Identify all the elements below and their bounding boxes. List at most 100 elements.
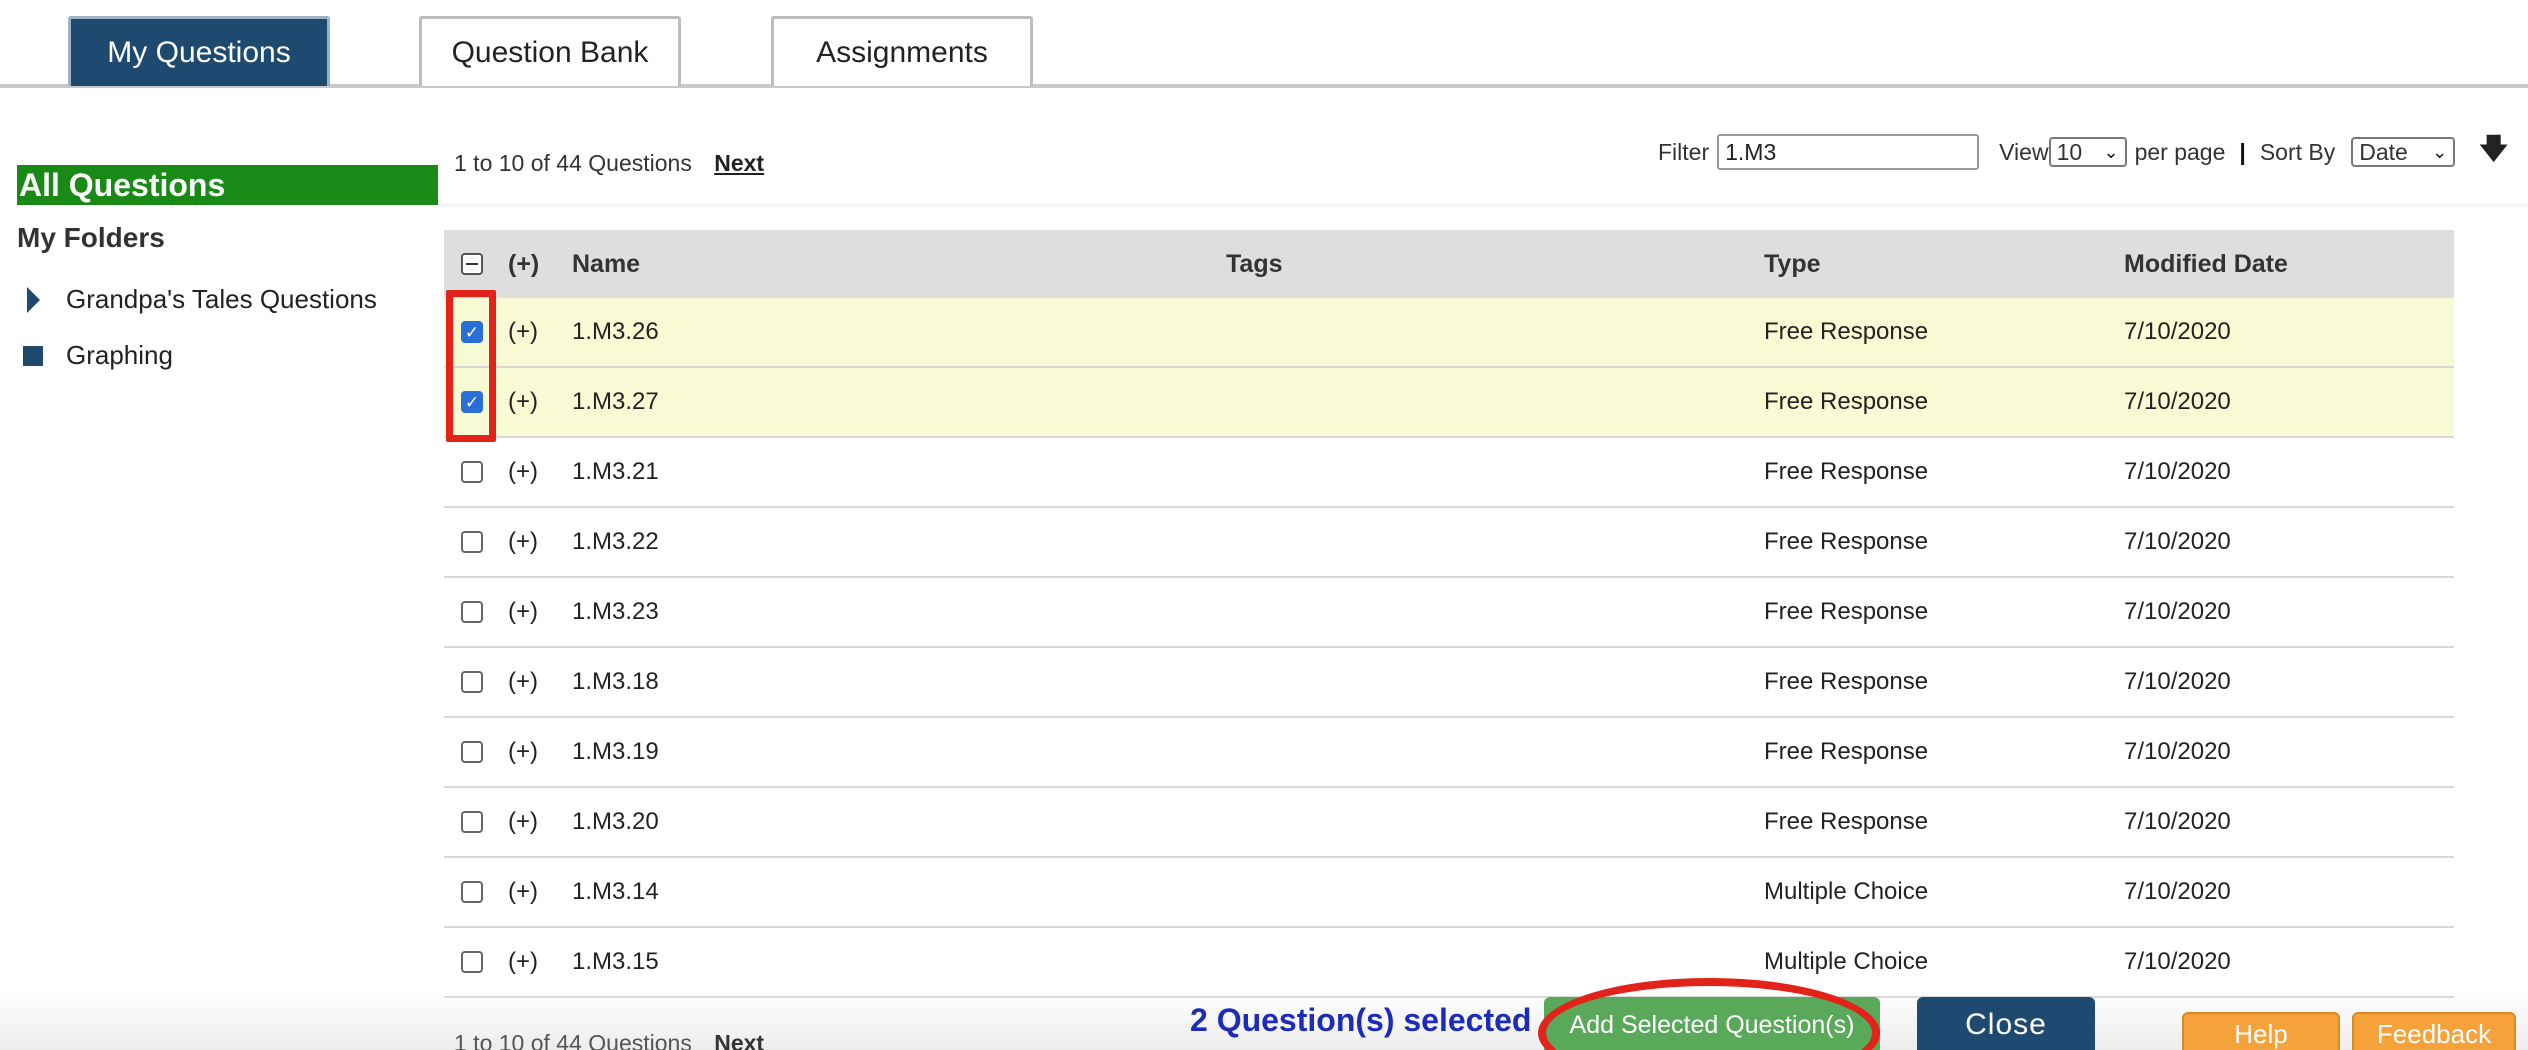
row-checkbox[interactable]: ✓ [461, 321, 483, 343]
tab-assignments[interactable]: Assignments [771, 16, 1033, 86]
row-date: 7/10/2020 [2124, 528, 2231, 555]
list-controls: Filter View 10 ⌄ per page | Sort By Date… [1658, 132, 2508, 172]
row-type: Free Response [1764, 458, 1929, 485]
filter-label: Filter [1658, 138, 1710, 165]
row-type: Multiple Choice [1764, 948, 1929, 975]
row-checkbox[interactable] [461, 531, 483, 553]
row-date: 7/10/2020 [2124, 878, 2231, 905]
next-link[interactable]: Next [714, 1030, 764, 1050]
row-expand[interactable]: (+) [500, 808, 570, 836]
row-expand[interactable]: (+) [500, 388, 570, 416]
folder-label: Grandpa's Tales Questions [66, 284, 377, 314]
row-date: 7/10/2020 [2124, 738, 2231, 765]
per-page-label: per page [2134, 138, 2226, 165]
row-name[interactable]: 1.M3.20 [570, 808, 1226, 836]
row-checkbox[interactable] [461, 671, 483, 693]
row-checkbox[interactable]: ✓ [461, 391, 483, 413]
table-row[interactable]: (+) 1.M3.20 Free Response 7/10/2020 [444, 788, 2454, 858]
help-button[interactable]: Help [2182, 1012, 2340, 1050]
pager-range: 1 to 10 of 44 Questions [454, 150, 692, 176]
table-row[interactable]: (+) 1.M3.14 Multiple Choice 7/10/2020 [444, 858, 2454, 928]
close-button[interactable]: Close [1917, 997, 2095, 1050]
filter-input[interactable] [1717, 134, 1980, 170]
pager-bottom: 1 to 10 of 44 Questions Next [454, 1030, 764, 1050]
row-date: 7/10/2020 [2124, 458, 2231, 485]
row-date: 7/10/2020 [2124, 948, 2231, 975]
sidebar-folder-graphing[interactable]: Graphing [22, 340, 173, 371]
row-checkbox[interactable] [461, 601, 483, 623]
arrow-down-icon[interactable]: 🡇 [2479, 128, 2508, 176]
square-icon [22, 345, 44, 366]
row-name[interactable]: 1.M3.14 [570, 878, 1226, 906]
select-all-checkbox[interactable] [461, 253, 483, 275]
row-name[interactable]: 1.M3.26 [570, 318, 1226, 346]
next-link[interactable]: Next [714, 150, 764, 176]
pager-range: 1 to 10 of 44 Questions [454, 1030, 692, 1050]
table-row[interactable]: ✓ (+) 1.M3.27 Free Response 7/10/2020 [444, 368, 2454, 438]
table-row[interactable]: (+) 1.M3.15 Multiple Choice 7/10/2020 [444, 928, 2454, 998]
table-row[interactable]: (+) 1.M3.19 Free Response 7/10/2020 [444, 718, 2454, 788]
tab-my-questions[interactable]: My Questions [68, 16, 330, 86]
table-body: ✓ (+) 1.M3.26 Free Response 7/10/2020 ✓ (+) 1.M… [444, 298, 2454, 998]
header-tags: Tags [1226, 249, 1283, 278]
row-date: 7/10/2020 [2124, 808, 2231, 835]
table-row[interactable]: (+) 1.M3.21 Free Response 7/10/2020 [444, 438, 2454, 508]
triangle-right-icon[interactable] [22, 286, 44, 313]
row-name[interactable]: 1.M3.15 [570, 948, 1226, 976]
row-type: Free Response [1764, 388, 1929, 415]
table-row[interactable]: (+) 1.M3.23 Free Response 7/10/2020 [444, 578, 2454, 648]
row-date: 7/10/2020 [2124, 598, 2231, 625]
view-select[interactable]: 10 ⌄ [2048, 137, 2127, 167]
row-checkbox[interactable] [461, 811, 483, 833]
questions-table: (+) Name Tags Type Modified Date ✓ (+) 1.M… [444, 230, 2454, 998]
row-checkbox[interactable] [461, 741, 483, 763]
sort-select-value: Date [2359, 138, 2408, 165]
separator: | [2239, 138, 2246, 165]
row-checkbox[interactable] [461, 951, 483, 973]
view-select-value: 10 [2056, 138, 2083, 165]
header-modified-date[interactable]: Modified Date [2124, 250, 2454, 279]
row-name[interactable]: 1.M3.27 [570, 388, 1226, 416]
row-expand[interactable]: (+) [500, 458, 570, 486]
row-name[interactable]: 1.M3.19 [570, 738, 1226, 766]
table-row[interactable]: (+) 1.M3.22 Free Response 7/10/2020 [444, 508, 2454, 578]
header-name[interactable]: Name [570, 250, 1226, 279]
row-name[interactable]: 1.M3.18 [570, 668, 1226, 696]
row-expand[interactable]: (+) [500, 318, 570, 346]
row-type: Free Response [1764, 808, 1929, 835]
chevron-down-icon: ⌄ [2103, 141, 2119, 162]
row-expand[interactable]: (+) [500, 948, 570, 976]
feedback-button[interactable]: Feedback [2352, 1012, 2516, 1050]
row-checkbox[interactable] [461, 881, 483, 903]
row-date: 7/10/2020 [2124, 318, 2231, 345]
chevron-down-icon: ⌄ [2432, 141, 2448, 162]
table-row[interactable]: (+) 1.M3.18 Free Response 7/10/2020 [444, 648, 2454, 718]
tab-bar: My Questions Question Bank Assignments [0, 0, 2528, 88]
row-expand[interactable]: (+) [500, 878, 570, 906]
selected-count: 2 Question(s) selected [1190, 1002, 1532, 1038]
row-expand[interactable]: (+) [500, 528, 570, 556]
row-date: 7/10/2020 [2124, 388, 2231, 415]
header-plus[interactable]: (+) [500, 250, 570, 279]
row-type: Multiple Choice [1764, 878, 1929, 905]
divider [440, 204, 2528, 210]
tab-question-bank[interactable]: Question Bank [419, 16, 681, 86]
row-type: Free Response [1764, 318, 1929, 345]
view-label: View [1999, 138, 2049, 165]
row-checkbox[interactable] [461, 461, 483, 483]
table-row[interactable]: ✓ (+) 1.M3.26 Free Response 7/10/2020 [444, 298, 2454, 368]
sidebar-my-folders-heading: My Folders [17, 222, 165, 253]
row-name[interactable]: 1.M3.23 [570, 598, 1226, 626]
sort-select[interactable]: Date ⌄ [2351, 137, 2456, 167]
row-expand[interactable]: (+) [500, 668, 570, 696]
folder-label: Graphing [66, 340, 173, 370]
row-expand[interactable]: (+) [500, 598, 570, 626]
sidebar-folder-grandpas-tales[interactable]: Grandpa's Tales Questions [22, 284, 377, 315]
header-type[interactable]: Type [1764, 250, 2124, 279]
row-expand[interactable]: (+) [500, 738, 570, 766]
sidebar-all-questions[interactable]: All Questions [17, 165, 438, 205]
sort-label: Sort By [2259, 138, 2336, 165]
add-selected-button[interactable]: Add Selected Question(s) [1544, 997, 1880, 1050]
row-name[interactable]: 1.M3.21 [570, 458, 1226, 486]
row-name[interactable]: 1.M3.22 [570, 528, 1226, 556]
